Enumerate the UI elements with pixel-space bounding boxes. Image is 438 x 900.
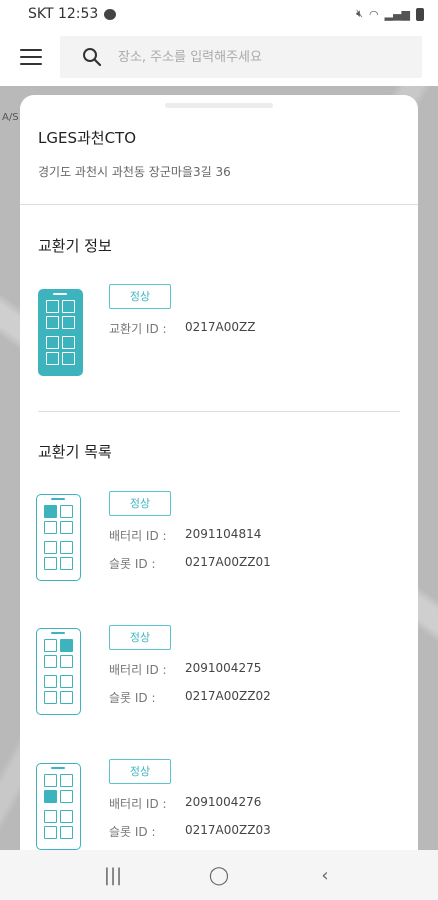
exchanger-id-value: 0217A00ZZ	[185, 320, 256, 334]
slot-id-value: 0217A00ZZ02	[185, 689, 271, 703]
battery-id-label: 배터리 ID :	[109, 663, 167, 677]
status-badge: 정상	[109, 759, 171, 784]
slot-id-value: 0217A00ZZ03	[185, 823, 271, 837]
slot-kiosk-icon	[36, 763, 81, 850]
slot-id-value: 0217A00ZZ01	[185, 555, 271, 569]
carrier-time: SKT 12:53	[28, 6, 99, 22]
hamburger-menu-icon[interactable]	[20, 49, 42, 65]
back-icon[interactable]: ‹	[305, 865, 345, 886]
slot-id-label: 슬롯 ID :	[109, 825, 156, 839]
search-icon	[83, 48, 102, 67]
recent-apps-icon[interactable]: |||	[93, 865, 133, 886]
battery-icon	[416, 7, 424, 21]
divider	[38, 411, 400, 412]
search-input[interactable]	[118, 49, 398, 65]
station-name: LGES과천CTO	[38, 129, 137, 147]
sheet-drag-handle[interactable]	[165, 103, 273, 108]
battery-id-label: 배터리 ID :	[109, 797, 167, 811]
battery-id-label: 배터리 ID :	[109, 529, 167, 543]
message-icon	[104, 8, 117, 20]
search-box[interactable]	[60, 36, 422, 78]
exchanger-id-label: 교환기 ID :	[109, 322, 167, 336]
slot-id-label: 슬롯 ID :	[109, 557, 156, 571]
slot-kiosk-icon	[36, 494, 81, 581]
home-icon[interactable]: ◯	[199, 865, 239, 886]
system-nav-bar: ||| ◯ ‹	[0, 850, 438, 900]
signal-icon: ▂▄▆	[384, 7, 410, 21]
mute-icon: 🔇︎	[356, 7, 363, 20]
station-address: 경기도 과천시 과천동 장군마을3길 36	[38, 165, 231, 179]
status-badge: 정상	[109, 491, 171, 516]
wifi-icon: ◠	[369, 7, 379, 21]
status-badge: 정상	[109, 625, 171, 650]
battery-id-value: 2091104814	[185, 527, 262, 541]
exchanger-list-title: 교환기 목록	[38, 443, 112, 461]
search-header	[0, 28, 438, 86]
battery-id-value: 2091004275	[185, 661, 262, 675]
slot-kiosk-icon	[36, 628, 81, 715]
exchanger-kiosk-icon	[38, 289, 83, 376]
status-badge: 정상	[109, 284, 171, 309]
exchanger-info-title: 교환기 정보	[38, 237, 112, 255]
divider	[20, 204, 418, 205]
map-label: A/S	[2, 112, 19, 123]
battery-id-value: 2091004276	[185, 795, 262, 809]
status-bar: SKT 12:53 🔇︎ ◠ ▂▄▆	[0, 0, 438, 28]
station-detail-sheet: LGES과천CTO 경기도 과천시 과천동 장군마을3길 36 교환기 정보 정…	[20, 95, 418, 855]
slot-id-label: 슬롯 ID :	[109, 691, 156, 705]
